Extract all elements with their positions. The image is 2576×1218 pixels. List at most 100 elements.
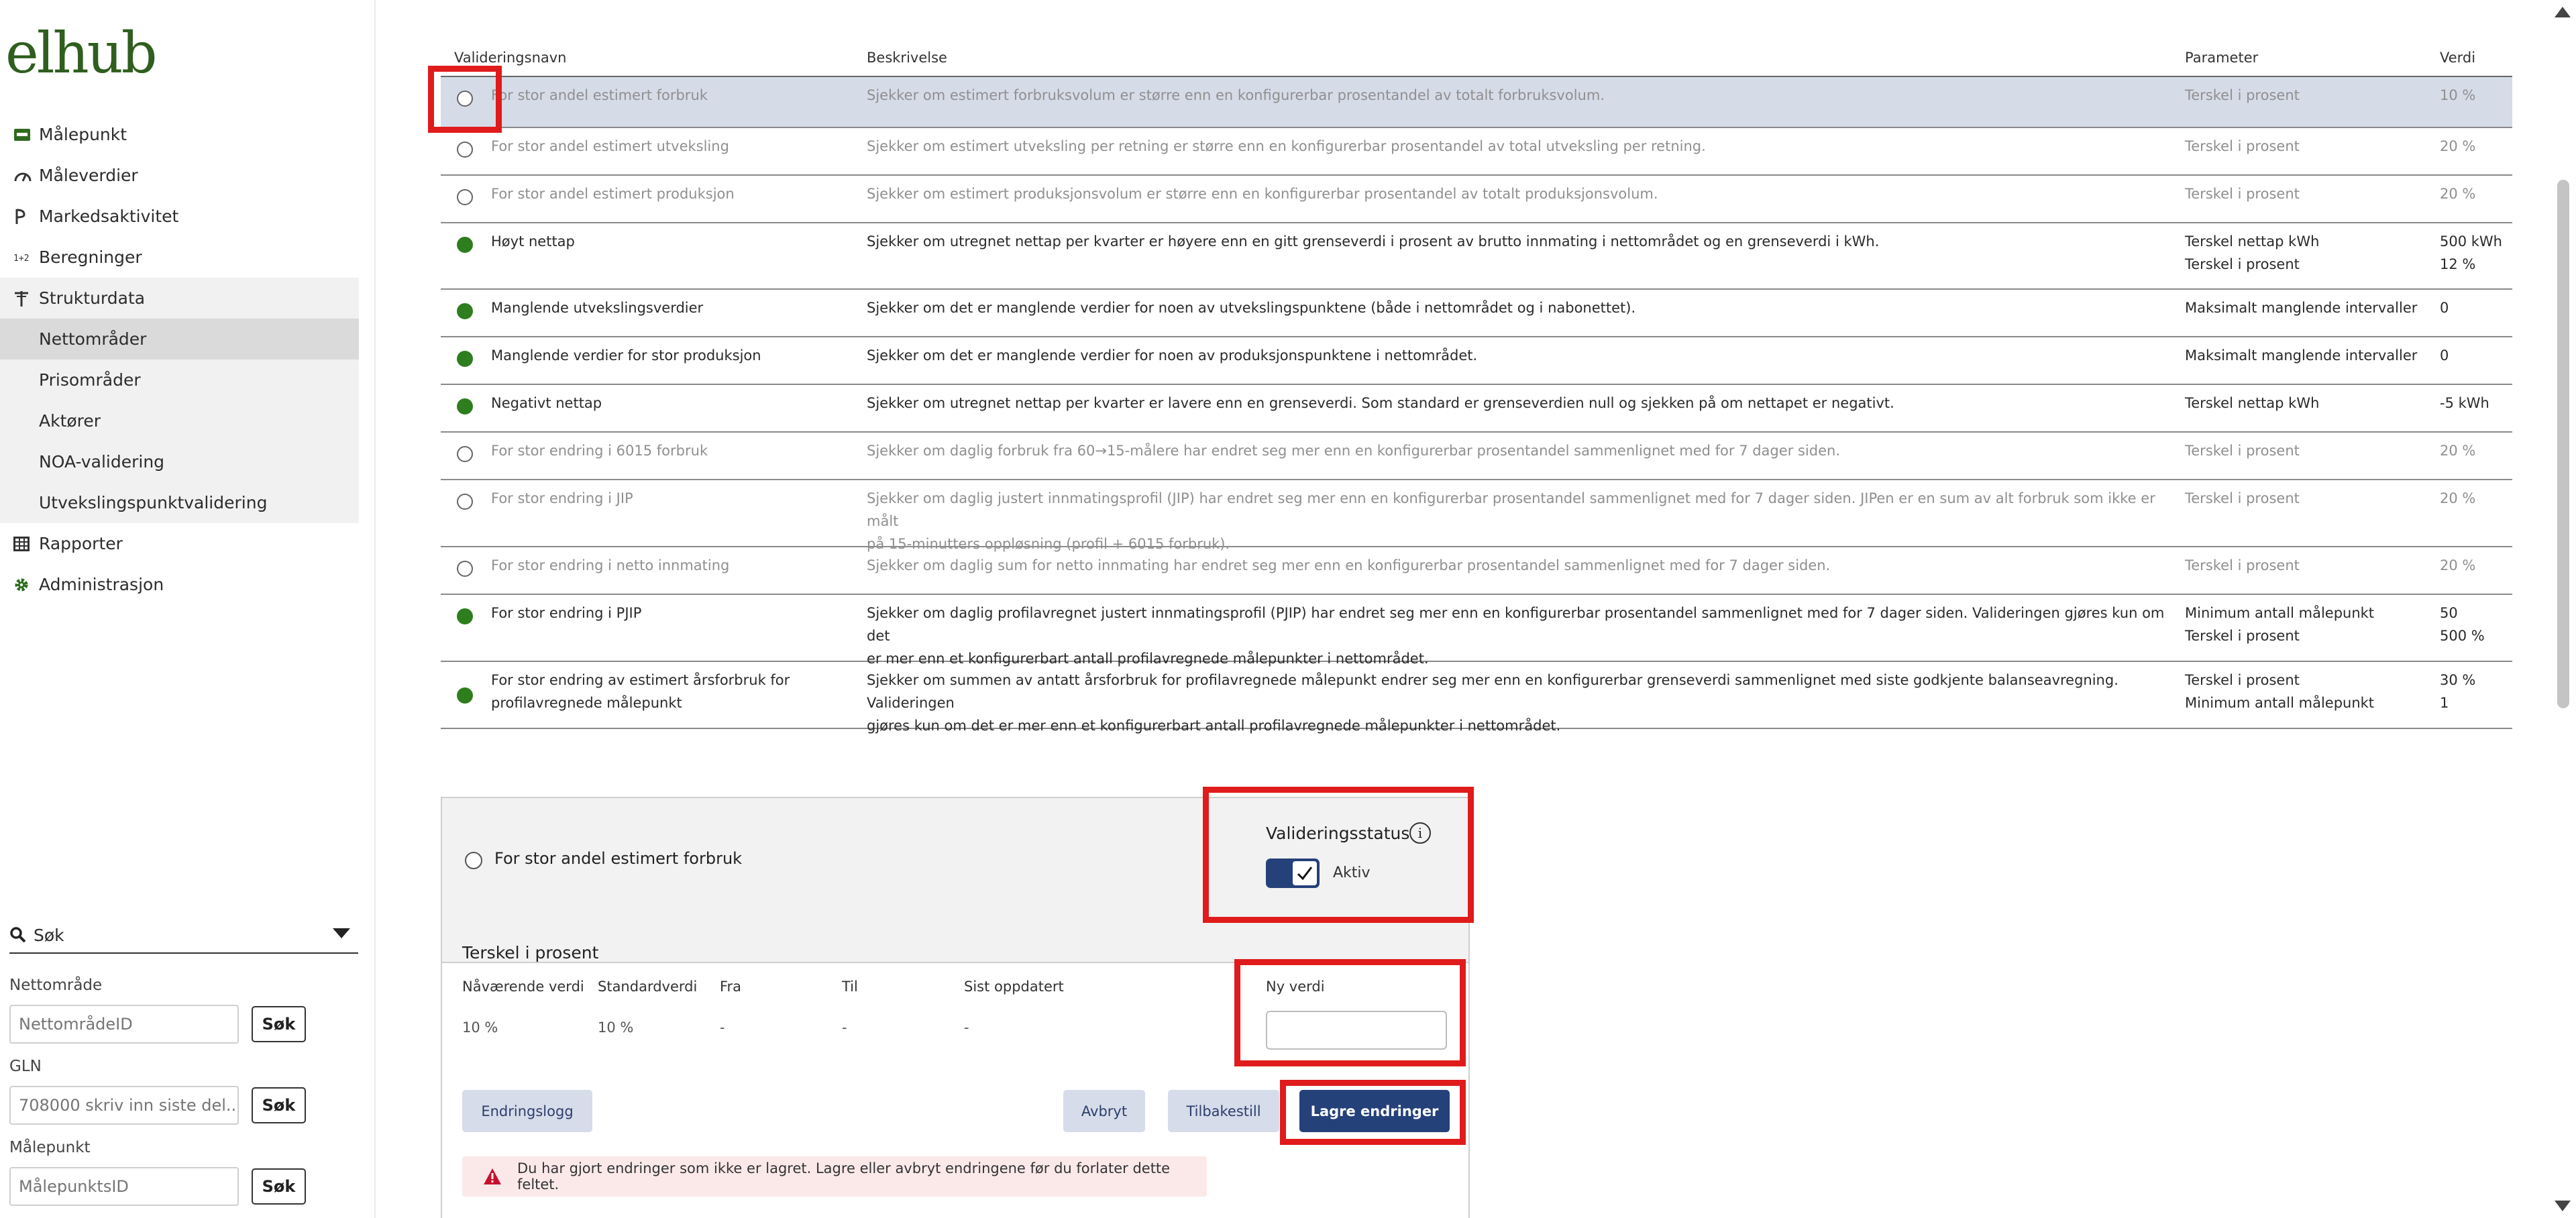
header-description[interactable]: Beskrivelse xyxy=(867,50,947,66)
table-row[interactable]: For stor andel estimert forbruk Sjekker o… xyxy=(441,77,2512,128)
highlight-save-button xyxy=(1280,1080,1466,1145)
col-default: Standardverdi xyxy=(598,979,698,995)
nettomrade-search-button[interactable]: Søk xyxy=(252,1006,306,1042)
table-row[interactable]: For stor endring i JIP Sjekker om daglig … xyxy=(441,480,2512,552)
table-row[interactable]: Negativt nettap Sjekker om utregnet netta… xyxy=(441,385,2512,433)
nav-subitem-prisomrader[interactable]: Prisområder xyxy=(0,359,359,400)
search-section-toggle[interactable]: Søk xyxy=(9,918,358,954)
page-scrollbar[interactable] xyxy=(2549,0,2576,1218)
cell-parameter: Minimum antall målepunkt Terskel i prose… xyxy=(2185,605,2375,644)
table-row[interactable]: Manglende verdier for stor produksjon Sje… xyxy=(441,337,2512,385)
cell-value: 0 xyxy=(2440,347,2449,364)
active-status-icon xyxy=(457,351,473,367)
header-name[interactable]: Valideringsnavn xyxy=(454,50,567,66)
cell-value: 50 500 % xyxy=(2440,605,2485,644)
cell-description: Sjekker om daglig justert innmatingsprof… xyxy=(867,490,2155,552)
cell-value: -5 kWh xyxy=(2440,395,2489,411)
unsaved-changes-warning: Du har gjort endringer som ikke er lagre… xyxy=(462,1156,1207,1197)
elhub-logo[interactable]: elhub xyxy=(5,20,158,86)
nav-subitem-nettomrader[interactable]: Nettområder xyxy=(0,319,359,359)
highlight-validation-status xyxy=(1203,787,1474,923)
nav-item-rapporter[interactable]: Rapporter xyxy=(0,523,359,564)
gauge-icon xyxy=(13,168,39,183)
cell-parameter: Terskel nettap kWh Terskel i prosent xyxy=(2185,233,2320,272)
cell-description: Sjekker om summen av antatt årsforbruk f… xyxy=(867,672,2118,734)
scroll-down-icon[interactable] xyxy=(2555,1201,2571,1211)
nav-subitem-noa-validering[interactable]: NOA-validering xyxy=(0,441,359,482)
gln-label: GLN xyxy=(9,1058,42,1075)
cell-value: 500 kWh 12 % xyxy=(2440,233,2502,272)
table-row[interactable]: For stor endring i netto innmating Sjekke… xyxy=(441,547,2512,595)
nav-label: Strukturdata xyxy=(39,288,146,308)
cell-parameter: Terskel i prosent xyxy=(2185,443,2300,459)
cell-parameter: Terskel i prosent xyxy=(2185,87,2300,103)
cell-description: Sjekker om estimert utveksling per retni… xyxy=(867,138,1706,154)
svg-text:1+2: 1+2 xyxy=(13,254,29,264)
sidebar-divider xyxy=(374,0,376,1218)
cell-name: For stor endring i PJIP xyxy=(491,605,642,621)
power-pole-icon xyxy=(13,290,39,307)
table-row[interactable]: For stor endring i PJIP Sjekker om daglig… xyxy=(441,595,2512,667)
value-from: - xyxy=(720,1019,725,1036)
gln-input[interactable] xyxy=(9,1086,239,1125)
cell-parameter: Maksimalt manglende intervaller xyxy=(2185,347,2418,364)
nav-item-malepunkt[interactable]: Målepunkt xyxy=(0,114,359,155)
change-log-button[interactable]: Endringslogg xyxy=(462,1090,592,1132)
cell-value: 20 % xyxy=(2440,557,2476,573)
nav-subitem-aktorer[interactable]: Aktører xyxy=(0,400,359,441)
inactive-status-icon xyxy=(457,189,473,205)
cancel-button[interactable]: Avbryt xyxy=(1063,1090,1145,1132)
nav-label: Rapporter xyxy=(39,534,123,553)
gln-search-button[interactable]: Søk xyxy=(252,1087,306,1123)
cell-description: Sjekker om estimert forbruksvolum er stø… xyxy=(867,87,1605,103)
nav-label: Måleverdier xyxy=(39,166,138,185)
gear-icon xyxy=(13,577,39,593)
cell-parameter: Terskel i prosent xyxy=(2185,186,2300,202)
cell-name: Manglende verdier for stor produksjon xyxy=(491,347,761,364)
value-to: - xyxy=(842,1019,847,1036)
warning-triangle-icon xyxy=(482,1167,502,1186)
malepunkt-input[interactable] xyxy=(9,1167,239,1206)
cell-parameter: Terskel i prosent xyxy=(2185,138,2300,154)
nav-subitem-utvekslingspunktvalidering[interactable]: Utvekslingspunktvalidering xyxy=(0,482,359,523)
table-row[interactable]: Manglende utvekslingsverdier Sjekker om d… xyxy=(441,290,2512,337)
table-row[interactable]: For stor endring av estimert årsforbruk … xyxy=(441,662,2512,734)
header-parameter[interactable]: Parameter xyxy=(2185,50,2258,66)
nav-item-strukturdata[interactable]: Strukturdata xyxy=(0,278,359,319)
chevron-down-icon xyxy=(333,928,350,938)
cell-parameter: Terskel i prosent xyxy=(2185,557,2300,573)
col-current: Nåværende verdi xyxy=(462,979,584,995)
warning-text: Du har gjort endringer som ikke er lagre… xyxy=(517,1160,1171,1193)
table-row[interactable]: For stor andel estimert utveksling Sjekke… xyxy=(441,128,2512,176)
cell-name: For stor endring i netto innmating xyxy=(491,557,730,573)
cell-description: Sjekker om daglig forbruk fra 60→15-måle… xyxy=(867,443,1840,459)
active-status-icon xyxy=(457,237,473,253)
active-status-icon xyxy=(457,303,473,319)
col-updated: Sist oppdatert xyxy=(964,979,1064,995)
reset-button[interactable]: Tilbakestill xyxy=(1168,1090,1279,1132)
nav-item-markedsaktivitet[interactable]: Markedsaktivitet xyxy=(0,196,359,237)
cell-name: Høyt nettap xyxy=(491,233,575,250)
nav-label: Målepunkt xyxy=(39,125,127,144)
nav-sublabel: Aktører xyxy=(39,411,101,431)
nettomrade-input[interactable] xyxy=(9,1005,239,1044)
meter-card-icon xyxy=(13,127,39,142)
table-row[interactable]: For stor endring i 6015 forbruk Sjekker o… xyxy=(441,433,2512,480)
sidebar: elhub Målepunkt Måleverdier Markedsaktiv… xyxy=(0,0,362,1218)
cell-description: Sjekker om daglig profilavregnet justert… xyxy=(867,605,2165,667)
inactive-status-icon xyxy=(457,142,473,158)
header-value[interactable]: Verdi xyxy=(2440,50,2475,66)
table-row[interactable]: Høyt nettap Sjekker om utregnet nettap pe… xyxy=(441,223,2512,290)
param-title: Terskel i prosent xyxy=(462,943,599,962)
cell-description: Sjekker om daglig sum for netto innmatin… xyxy=(867,557,1831,573)
nav-item-beregninger[interactable]: 1+2 Beregninger xyxy=(0,237,359,278)
malepunkt-search-button[interactable]: Søk xyxy=(252,1168,306,1205)
scroll-thumb[interactable] xyxy=(2557,180,2569,708)
cell-value: 20 % xyxy=(2440,186,2476,202)
table-row[interactable]: For stor andel estimert produksjon Sjekke… xyxy=(441,176,2512,223)
nav-item-administrasjon[interactable]: Administrasjon xyxy=(0,564,359,605)
nav-item-maleverdier[interactable]: Måleverdier xyxy=(0,155,359,196)
cell-value: 20 % xyxy=(2440,490,2476,506)
search-title: Søk xyxy=(34,925,64,945)
scroll-up-icon[interactable] xyxy=(2555,7,2571,17)
